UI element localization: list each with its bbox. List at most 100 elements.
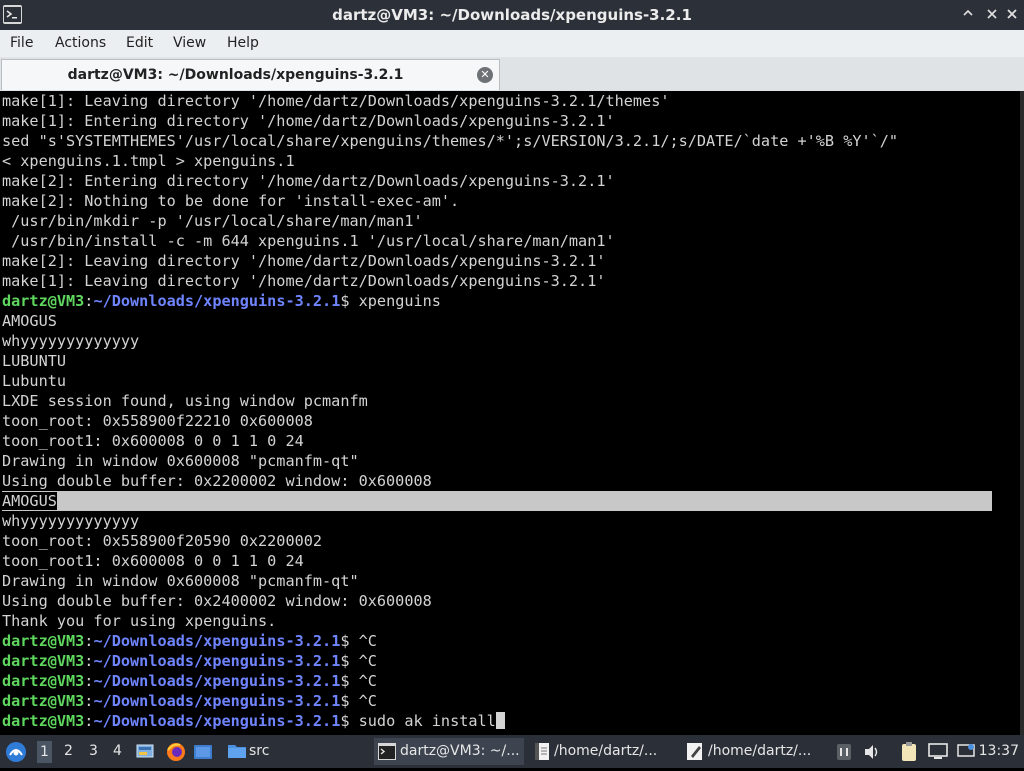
terminal-line: make[2]: Leaving directory '/home/dartz/… (2, 252, 606, 270)
firefox-icon[interactable] (165, 741, 187, 763)
command-text: ^C (358, 692, 377, 710)
prompt-path: ~/Downloads/xpenguins-3.2.1 (93, 692, 341, 710)
task-text-file[interactable]: /home/dartz/... (530, 738, 670, 765)
tab-label: dartz@VM3: ~/Downloads/xpenguins-3.2.1 (67, 67, 404, 83)
terminal-line: dartz@VM3:~/Downloads/xpenguins-3.2.1$ ^… (2, 651, 992, 671)
workspace-3[interactable]: 3 (89, 743, 98, 759)
task-text-file-label: /home/dartz/... (554, 743, 658, 759)
prompt-dollar: $ (340, 692, 359, 710)
task-src-label: src (249, 743, 270, 759)
close-icon[interactable] (1005, 7, 1019, 21)
prompt-user: dartz@VM3 (2, 292, 85, 310)
menu-help[interactable]: Help (227, 35, 259, 51)
prompt-dollar: $ (340, 652, 359, 670)
terminal-line: toon_root: 0x558900f20590 0x2200002 (2, 532, 323, 550)
terminal-line: whyyyyyyyyyyyyy (2, 512, 140, 530)
lubuntu-start-icon[interactable] (5, 741, 27, 763)
volume-icon[interactable] (863, 743, 881, 761)
menu-file[interactable]: File (10, 35, 33, 51)
workspace-4[interactable]: 4 (113, 743, 122, 759)
output-text: AMOGUS (2, 492, 57, 510)
media-player-icon[interactable] (836, 743, 852, 761)
terminal-line: LXDE session found, using window pcmanfm (2, 392, 368, 410)
shade-icon[interactable] (961, 7, 975, 21)
terminal-lines: make[1]: Leaving directory '/home/dartz/… (2, 91, 992, 731)
maximize-icon[interactable] (985, 7, 999, 21)
menu-edit[interactable]: Edit (126, 35, 153, 51)
desktop-icon[interactable] (135, 742, 155, 762)
terminal-line: make[1]: Leaving directory '/home/dartz/… (2, 92, 670, 110)
edit-file-icon (686, 742, 704, 761)
prompt-user: dartz@VM3 (2, 652, 85, 670)
terminal-tab[interactable]: dartz@VM3: ~/Downloads/xpenguins-3.2.1 ✕ (1, 59, 500, 90)
terminal-line: Lubuntu (2, 372, 67, 390)
terminal-line: sed "s'SYSTEMTHEMES'/usr/local/share/xpe… (2, 132, 899, 150)
task-terminal[interactable]: dartz@VM3: ~/... (374, 738, 524, 765)
terminal-line: dartz@VM3:~/Downloads/xpenguins-3.2.1$ x… (2, 291, 992, 311)
menu-actions[interactable]: Actions (55, 35, 106, 51)
command-text: ^C (358, 672, 377, 690)
terminal-line: Using double buffer: 0x2200002 window: 0… (2, 472, 432, 490)
taskbar: 1 2 3 4 src dartz@VM3: ~/... /home/dartz… (0, 735, 1024, 768)
show-desktop-icon[interactable] (193, 743, 213, 761)
menu-view[interactable]: View (173, 35, 206, 51)
prompt-dollar: $ (340, 712, 359, 730)
task-terminal-label: dartz@VM3: ~/... (400, 743, 520, 759)
command-text: ^C (358, 652, 377, 670)
command-text: xpenguins (358, 292, 441, 310)
terminal-line: /usr/bin/mkdir -p '/usr/local/share/man/… (2, 212, 423, 230)
prompt-path: ~/Downloads/xpenguins-3.2.1 (93, 632, 341, 650)
prompt-user: dartz@VM3 (2, 712, 85, 730)
terminal-line: make[2]: Nothing to be done for 'install… (2, 192, 460, 210)
terminal-line: dartz@VM3:~/Downloads/xpenguins-3.2.1$ ^… (2, 631, 992, 651)
task-edit-file[interactable]: /home/dartz/... (682, 738, 827, 765)
workspace-1[interactable]: 1 (37, 741, 52, 763)
terminal-line: Using double buffer: 0x2400002 window: 0… (2, 592, 432, 610)
window-title: dartz@VM3: ~/Downloads/xpenguins-3.2.1 (332, 6, 692, 24)
prompt-dollar: $ (340, 292, 359, 310)
prompt-user: dartz@VM3 (2, 692, 85, 710)
terminal-line: toon_root1: 0x600008 0 0 1 1 0 24 (2, 432, 304, 450)
prompt-path: ~/Downloads/xpenguins-3.2.1 (93, 712, 341, 730)
monitor-icon[interactable] (928, 743, 948, 760)
tab-close-icon[interactable]: ✕ (477, 67, 493, 83)
workspace-2[interactable]: 2 (64, 743, 73, 759)
command-text: sudo ak install (358, 712, 496, 730)
terminal-line: AMOGUS (2, 491, 992, 511)
terminal-line: AMOGUS (2, 312, 57, 330)
terminal-line: make[1]: Leaving directory '/home/dartz/… (2, 272, 606, 290)
terminal-output[interactable]: make[1]: Leaving directory '/home/dartz/… (0, 91, 1024, 735)
terminal-line: /usr/bin/install -c -m 644 xpenguins.1 '… (2, 232, 615, 250)
prompt-dollar: $ (340, 672, 359, 690)
terminal-line: make[2]: Entering directory '/home/dartz… (2, 172, 615, 190)
menu-bar: File Actions Edit View Help (0, 30, 1024, 58)
prompt-dollar: $ (340, 632, 359, 650)
tab-strip: dartz@VM3: ~/Downloads/xpenguins-3.2.1 ✕ (0, 57, 1024, 91)
terminal-cursor (495, 712, 505, 729)
prompt-user: dartz@VM3 (2, 672, 85, 690)
terminal-line: Drawing in window 0x600008 "pcmanfm-qt" (2, 452, 359, 470)
terminal-line: make[1]: Entering directory '/home/dartz… (2, 112, 615, 130)
terminal-line: dartz@VM3:~/Downloads/xpenguins-3.2.1$ ^… (2, 671, 992, 691)
terminal-line: toon_root1: 0x600008 0 0 1 1 0 24 (2, 552, 304, 570)
terminal-line: toon_root: 0x558900f22210 0x600008 (2, 412, 313, 430)
terminal-line: whyyyyyyyyyyyyy (2, 332, 140, 350)
prompt-path: ~/Downloads/xpenguins-3.2.1 (93, 672, 341, 690)
prompt-path: ~/Downloads/xpenguins-3.2.1 (93, 652, 341, 670)
terminal-line: dartz@VM3:~/Downloads/xpenguins-3.2.1$ ^… (2, 691, 992, 711)
window-titlebar[interactable]: dartz@VM3: ~/Downloads/xpenguins-3.2.1 (0, 0, 1024, 30)
terminal-line: Thank you for using xpenguins. (2, 612, 277, 630)
folder-icon (227, 742, 247, 760)
terminal-scrollbar[interactable] (1020, 91, 1024, 735)
task-src[interactable]: src (225, 738, 370, 765)
prompt-path: ~/Downloads/xpenguins-3.2.1 (93, 292, 341, 310)
text-file-icon (534, 742, 550, 761)
terminal-line: < xpenguins.1.tmpl > xpenguins.1 (2, 152, 295, 170)
terminal-icon (378, 743, 396, 760)
command-text: ^C (358, 632, 377, 650)
taskbar-clock[interactable]: 13:37 (979, 743, 1019, 759)
network-icon[interactable] (957, 743, 975, 760)
clipboard-icon[interactable] (900, 741, 918, 763)
terminal-line: Drawing in window 0x600008 "pcmanfm-qt" (2, 572, 359, 590)
prompt-user: dartz@VM3 (2, 632, 85, 650)
